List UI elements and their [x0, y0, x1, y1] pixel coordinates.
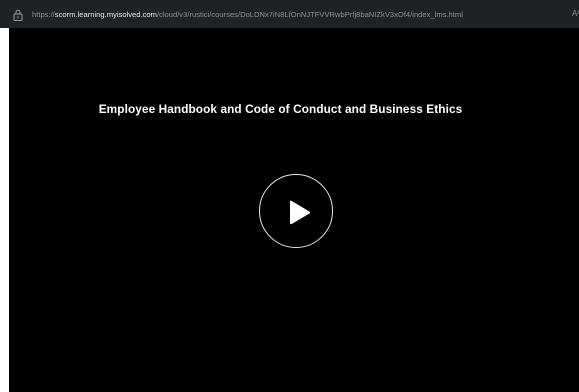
url-text[interactable]: https://scorm.learning.myisolved.com/clo…	[32, 10, 463, 19]
course-title: Employee Handbook and Code of Conduct an…	[98, 102, 463, 116]
lock-icon[interactable]	[13, 8, 23, 21]
reader-mode-icon[interactable]: A¹	[572, 9, 579, 18]
browser-window: https://scorm.learning.myisolved.com/clo…	[0, 0, 579, 392]
address-bar[interactable]: https://scorm.learning.myisolved.com/clo…	[0, 0, 579, 28]
url-path: /cloud/v3/rustici/courses/DoLDNx7iN8LfOn…	[156, 9, 463, 19]
play-icon	[290, 200, 310, 225]
url-prefix: https://	[32, 9, 55, 19]
url-domain: scorm.learning.myisolved.com	[54, 9, 157, 19]
play-button[interactable]	[259, 174, 333, 248]
